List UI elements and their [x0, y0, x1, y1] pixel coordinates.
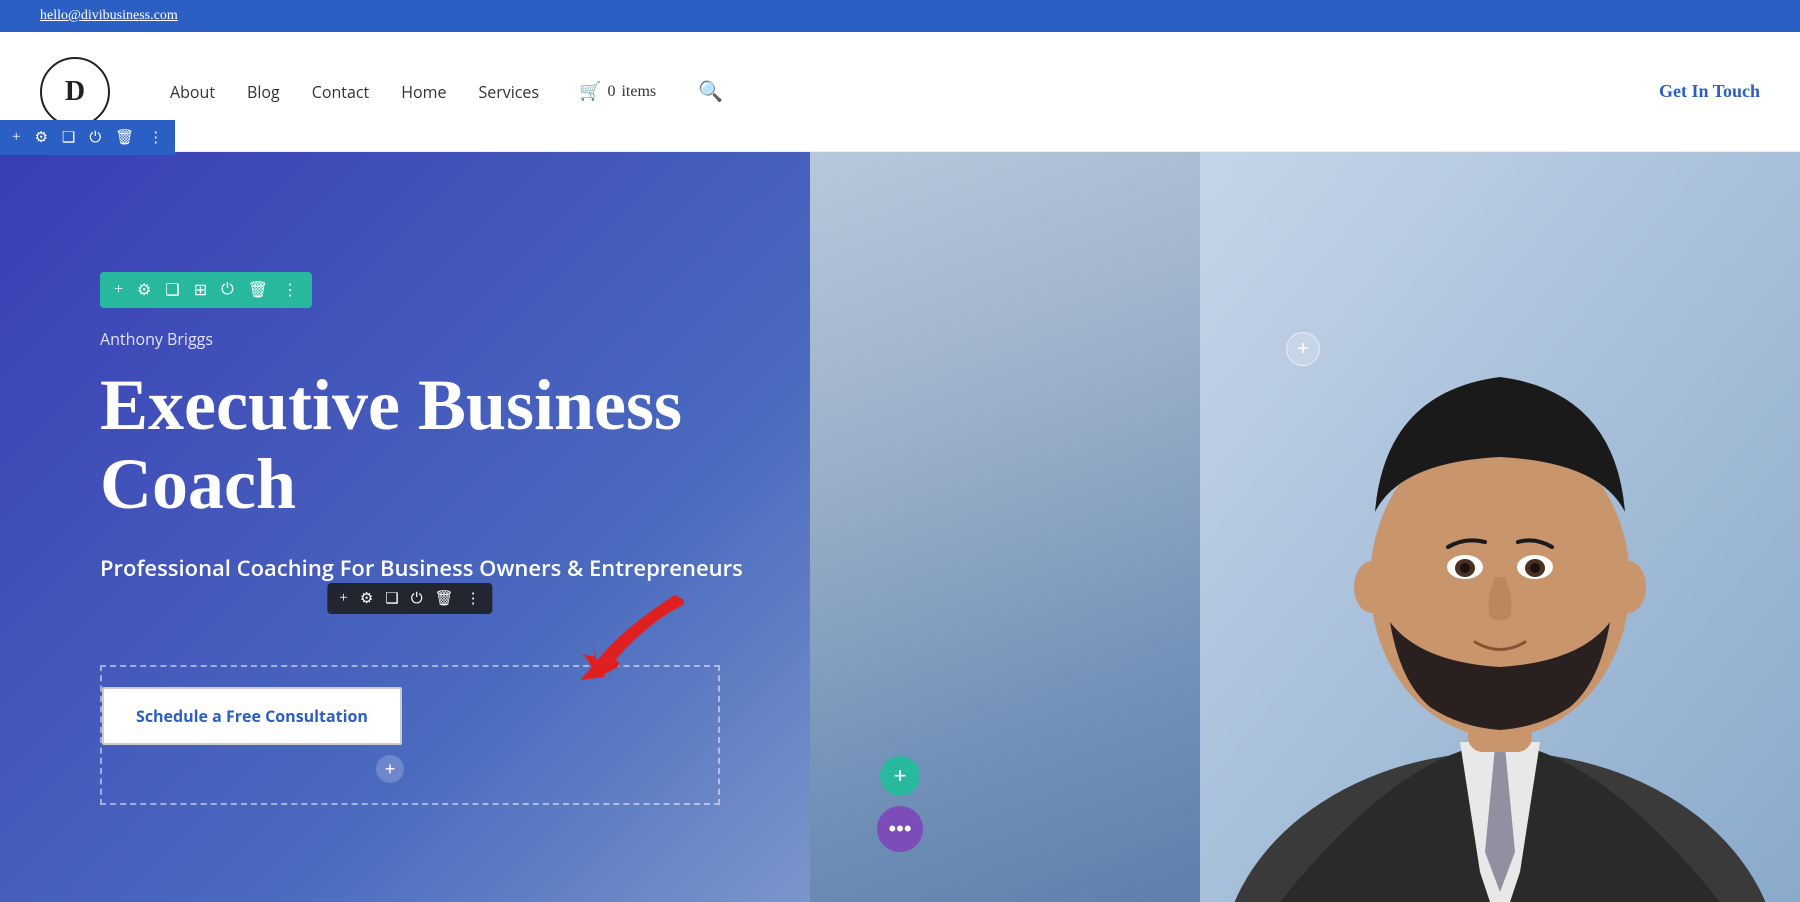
nav-services[interactable]: Services: [478, 81, 539, 103]
bottom-add-button[interactable]: +: [880, 756, 920, 796]
cart-label: items: [621, 83, 656, 101]
email-link[interactable]: hello@divibusiness.com: [40, 8, 178, 23]
nav-blog[interactable]: Blog: [247, 81, 280, 103]
search-button[interactable]: 🔍: [698, 79, 723, 104]
btn-toolbar-power[interactable]: ⏻: [411, 590, 423, 608]
editor-clone-icon[interactable]: ❑: [62, 128, 75, 147]
hero-subtitle: Professional Coaching For Business Owner…: [100, 552, 800, 585]
page-editor-bar: + ⚙ ❑ ⏻ 🗑 ⋮: [0, 120, 175, 155]
cart-icon: 🛒: [579, 81, 601, 102]
green-settings-icon[interactable]: ⚙: [137, 280, 151, 300]
hero-image: [810, 152, 1800, 902]
green-more-icon[interactable]: ⋮: [282, 280, 298, 300]
section-plus-area: +: [1286, 332, 1320, 366]
button-module-toolbar: + ⚙ ❑ ⏻ 🗑 ⋮: [327, 583, 492, 614]
editor-more-icon[interactable]: ⋮: [148, 128, 163, 147]
cart-count: 0: [607, 83, 615, 101]
consultation-button[interactable]: Schedule a Free Consultation: [102, 687, 402, 745]
green-power-icon[interactable]: ⏻: [221, 281, 234, 299]
btn-toolbar-add[interactable]: +: [339, 590, 347, 607]
header-right: Get In Touch: [1659, 81, 1760, 102]
section-add-button[interactable]: +: [1286, 332, 1320, 366]
btn-toolbar-settings[interactable]: ⚙: [360, 589, 373, 608]
nav-home[interactable]: Home: [401, 81, 446, 103]
bottom-floaters: + •••: [877, 756, 923, 852]
header: D About Blog Contact Home Services 🛒 0 i…: [0, 32, 1800, 152]
editor-settings-icon[interactable]: ⚙: [34, 128, 47, 147]
module-toolbar-green: + ⚙ ❑ ⊞ ⏻ 🗑 ⋮: [100, 272, 312, 308]
get-in-touch-link[interactable]: Get In Touch: [1659, 81, 1760, 101]
search-icon: 🔍: [698, 81, 723, 103]
main-nav: About Blog Contact Home Services 🛒 0 ite…: [170, 79, 723, 104]
green-add-icon[interactable]: +: [114, 281, 123, 299]
green-grid-icon[interactable]: ⊞: [194, 280, 207, 300]
btn-toolbar-trash[interactable]: 🗑: [435, 589, 454, 608]
button-module-wrapper: + ⚙ ❑ ⏻ 🗑 ⋮ Schedule a Free Consultation…: [100, 665, 720, 805]
page-editor-toolbar: + ⚙ ❑ ⏻ 🗑 ⋮: [0, 120, 175, 155]
hero-label: Anthony Briggs: [100, 328, 800, 350]
person-illustration: [1200, 152, 1800, 902]
logo[interactable]: D: [40, 57, 110, 127]
add-below-button: +: [102, 755, 678, 783]
hero-section: + ⚙ ❑ ⊞ ⏻ 🗑 ⋮ Anthony Briggs Executive B…: [0, 152, 1800, 902]
cart-area[interactable]: 🛒 0 items: [579, 81, 656, 102]
bottom-more-button[interactable]: •••: [877, 806, 923, 852]
editor-add-icon[interactable]: +: [12, 129, 20, 146]
top-bar: hello@divibusiness.com: [0, 0, 1800, 32]
editor-power-icon[interactable]: ⏻: [89, 129, 101, 147]
editor-trash-icon[interactable]: 🗑: [115, 128, 134, 147]
btn-toolbar-more[interactable]: ⋮: [466, 589, 481, 608]
nav-about[interactable]: About: [170, 81, 215, 103]
green-clone-icon[interactable]: ❑: [165, 280, 179, 300]
add-module-button[interactable]: +: [376, 755, 404, 783]
btn-toolbar-clone[interactable]: ❑: [385, 589, 398, 608]
nav-contact[interactable]: Contact: [312, 81, 369, 103]
green-trash-icon[interactable]: 🗑: [248, 280, 268, 300]
hero-title: Executive Business Coach: [100, 366, 800, 524]
hero-content: + ⚙ ❑ ⊞ ⏻ 🗑 ⋮ Anthony Briggs Executive B…: [100, 272, 800, 805]
